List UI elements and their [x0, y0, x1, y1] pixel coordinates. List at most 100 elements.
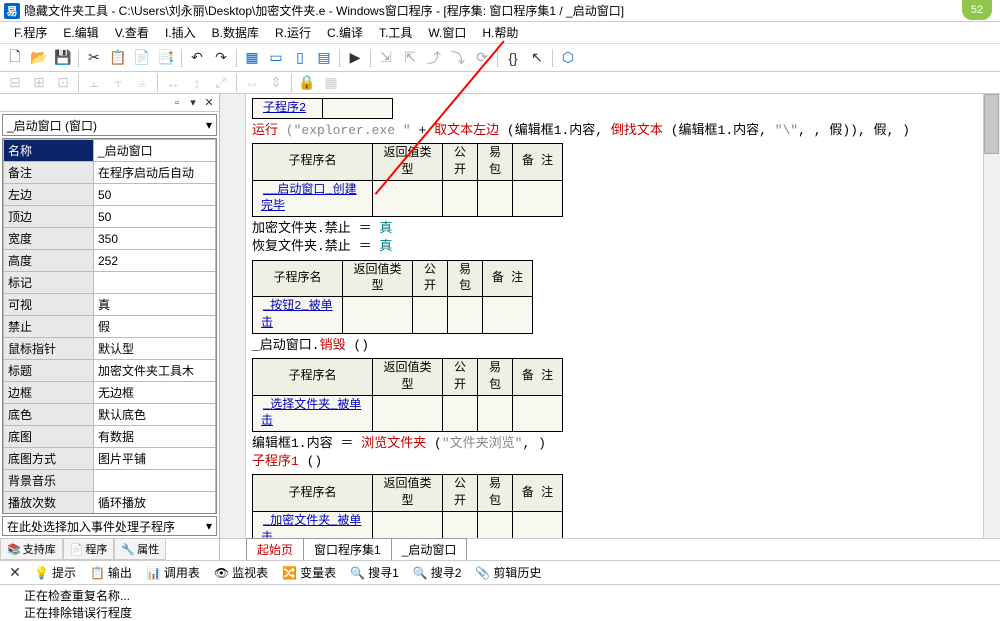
prop-row[interactable]: 底图有数据 [4, 426, 216, 448]
chevron-down-icon: ▾ [206, 519, 212, 533]
align2-icon[interactable]: ⊞ [28, 72, 50, 94]
menu-help[interactable]: H.帮助 [474, 22, 526, 43]
run-icon[interactable]: ▶ [344, 47, 366, 69]
left-tabs: 📚支持库 📄程序 🔧属性 [0, 538, 219, 560]
menu-compile[interactable]: C.编译 [319, 22, 371, 43]
prop-row[interactable]: 宽度350 [4, 228, 216, 250]
prop-row[interactable]: 顶边50 [4, 206, 216, 228]
menu-window[interactable]: W.窗口 [420, 22, 474, 43]
app-icon: 易 [4, 3, 20, 19]
tab-program[interactable]: 📄程序 [63, 539, 115, 560]
toolbar-1: 🗋 📂 💾 ✂ 📋 📄 📑 ↶ ↷ ▦ ▭ ▯ ▤ ▶ ⇲ ⇱ ⤴ ⤵ ⟳ {}… [0, 44, 1000, 72]
collapse-icon[interactable]: ✕ [4, 562, 26, 584]
chevron-down-icon: ▾ [206, 118, 212, 132]
toggle3-icon[interactable]: ▯ [289, 47, 311, 69]
event-selector[interactable]: 在此处选择加入事件处理子程序▾ [2, 516, 217, 536]
bottom-output[interactable]: 📋输出 [84, 562, 138, 583]
prop-row[interactable]: 底图方式图片平铺 [4, 448, 216, 470]
new-icon[interactable]: 🗋 [4, 47, 26, 69]
paste-icon[interactable]: 📄 [131, 47, 153, 69]
sub-table-2[interactable]: 子程序名返回值类型公开易包备 注_按钮2_被单击 [252, 260, 533, 334]
lock-icon[interactable]: 🔒 [296, 72, 318, 94]
panel-btn2-icon[interactable]: ▾ [185, 95, 201, 111]
prop-row[interactable]: 禁止假 [4, 316, 216, 338]
bottom-search2[interactable]: 🔍搜寻2 [407, 562, 468, 583]
redo-icon[interactable]: ↷ [210, 47, 232, 69]
prop-row[interactable]: 标记 [4, 272, 216, 294]
code-editor[interactable]: 子程序2 运行 ("explorer.exe " + 取文本左边 (编辑框1.内… [220, 94, 1000, 560]
menu-insert[interactable]: I.插入 [157, 22, 204, 43]
notification-badge[interactable]: 52 [962, 0, 992, 20]
tab-support-lib[interactable]: 📚支持库 [0, 539, 63, 560]
tab-assembly[interactable]: 窗口程序集1 [303, 538, 392, 560]
prop-row[interactable]: 高度252 [4, 250, 216, 272]
status-line-1: 正在检查重复名称... [24, 587, 992, 604]
open-icon[interactable]: 📂 [28, 47, 50, 69]
prop-row[interactable]: 标题加密文件夹工具木 [4, 360, 216, 382]
save-icon[interactable]: 💾 [52, 47, 74, 69]
bottom-cliphist[interactable]: 📎剪辑历史 [469, 562, 547, 583]
prop-row[interactable]: 背景音乐 [4, 470, 216, 492]
bottom-tips[interactable]: 💡提示 [28, 562, 82, 583]
ext-icon[interactable]: ⬡ [557, 47, 579, 69]
grid-icon[interactable]: ▦ [320, 72, 342, 94]
prop-row[interactable]: 边框无边框 [4, 382, 216, 404]
sp1-icon[interactable]: ⇔ [241, 72, 263, 94]
status-bar: 正在检查重复名称... 正在排除错误行程度 [0, 584, 1000, 620]
cursor-icon[interactable]: ↖ [526, 47, 548, 69]
tab-start[interactable]: 起始页 [246, 538, 304, 560]
titlebar: 易 隐藏文件夹工具 - C:\Users\刘永丽\Desktop\加密文件夹.e… [0, 0, 1000, 22]
tab-window[interactable]: _启动窗口 [391, 538, 468, 560]
toolbar-2: ⊟ ⊞ ⊡ ⫠ ⫟ ⫨ ↔ ↕ ⤢ ⇔ ⇕ 🔒 ▦ [0, 72, 1000, 94]
toggle4-icon[interactable]: ▤ [313, 47, 335, 69]
menubar: F.程序 E.编辑 V.查看 I.插入 B.数据库 R.运行 C.编译 T.工具… [0, 22, 1000, 44]
toggle2-icon[interactable]: ▭ [265, 47, 287, 69]
menu-tools[interactable]: T.工具 [371, 22, 420, 43]
align3-icon[interactable]: ⊡ [52, 72, 74, 94]
editor-gutter [220, 94, 246, 538]
align4-icon[interactable]: ⫠ [83, 72, 105, 94]
dbg2-icon[interactable]: ⇱ [399, 47, 421, 69]
menu-database[interactable]: B.数据库 [204, 22, 267, 43]
menu-program[interactable]: F.程序 [6, 22, 55, 43]
align6-icon[interactable]: ⫨ [131, 72, 153, 94]
sz1-icon[interactable]: ↔ [162, 72, 184, 94]
align1-icon[interactable]: ⊟ [4, 72, 26, 94]
sub-table-4[interactable]: 子程序名返回值类型公开易包备 注_加密文件夹_被单击 [252, 474, 563, 538]
prop-row[interactable]: 备注在程序启动后自动 [4, 162, 216, 184]
prop-row[interactable]: 名称_启动窗口 [4, 140, 216, 162]
prop-row[interactable]: 可视真 [4, 294, 216, 316]
prop-row[interactable]: 底色默认底色 [4, 404, 216, 426]
menu-edit[interactable]: E.编辑 [55, 22, 106, 43]
sub-table-3[interactable]: 子程序名返回值类型公开易包备 注_选择文件夹_被单击 [252, 358, 563, 432]
dbg3-icon[interactable]: ⤴ [423, 47, 445, 69]
bottom-callstack[interactable]: 📊调用表 [140, 562, 206, 583]
sz3-icon[interactable]: ⤢ [210, 72, 232, 94]
prop-row[interactable]: 左边50 [4, 184, 216, 206]
bottom-vars[interactable]: 🔀变量表 [276, 562, 342, 583]
toggle1-icon[interactable]: ▦ [241, 47, 263, 69]
bottom-search1[interactable]: 🔍搜寻1 [344, 562, 405, 583]
align5-icon[interactable]: ⫟ [107, 72, 129, 94]
menu-view[interactable]: V.查看 [107, 22, 157, 43]
dbg1-icon[interactable]: ⇲ [375, 47, 397, 69]
sp2-icon[interactable]: ⇕ [265, 72, 287, 94]
status-line-2: 正在排除错误行程度 [24, 604, 992, 621]
copy-icon[interactable]: 📋 [107, 47, 129, 69]
property-grid[interactable]: 名称_启动窗口备注在程序启动后自动左边50顶边50宽度350高度252标记可视真… [2, 138, 217, 514]
bottom-watch[interactable]: 👁监视表 [208, 562, 274, 583]
undo-icon[interactable]: ↶ [186, 47, 208, 69]
cut-icon[interactable]: ✂ [83, 47, 105, 69]
sz2-icon[interactable]: ↕ [186, 72, 208, 94]
menu-run[interactable]: R.运行 [267, 22, 319, 43]
paste2-icon[interactable]: 📑 [155, 47, 177, 69]
panel-close-icon[interactable]: ✕ [201, 95, 217, 111]
prop-row[interactable]: 鼠标指针默认型 [4, 338, 216, 360]
tab-properties[interactable]: 🔧属性 [114, 539, 166, 560]
object-selector[interactable]: _启动窗口 (窗口)▾ [2, 114, 217, 136]
dbg4-icon[interactable]: ⤵ [447, 47, 469, 69]
brace-icon[interactable]: {} [502, 47, 524, 69]
prop-row[interactable]: 播放次数循环播放 [4, 492, 216, 514]
window-title: 隐藏文件夹工具 - C:\Users\刘永丽\Desktop\加密文件夹.e -… [24, 2, 624, 19]
panel-btn1-icon[interactable]: ▫ [169, 95, 185, 111]
